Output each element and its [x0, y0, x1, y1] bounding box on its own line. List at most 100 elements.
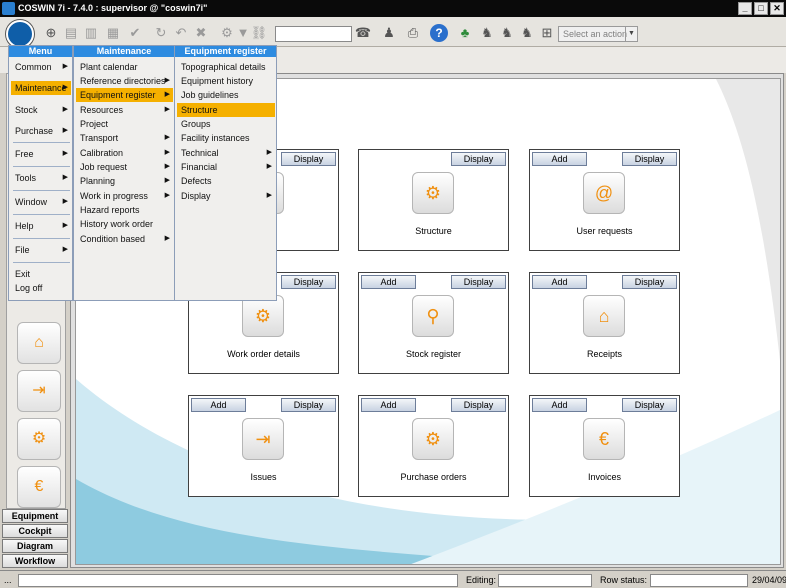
display-button[interactable]: Display	[281, 152, 336, 166]
menu-item-project[interactable]: Project	[76, 117, 173, 131]
menu-item-exit[interactable]: Exit	[11, 267, 71, 281]
menu-item-calibration[interactable]: Calibration ▶	[76, 146, 173, 160]
menu-item-display[interactable]: Display ▶	[177, 189, 275, 203]
menu-item-file[interactable]: File ▶	[11, 243, 71, 257]
menu-item-planning[interactable]: Planning ▶	[76, 174, 173, 188]
main-menu: Menu Common ▶ Maintenance ▶ Stock ▶ Purchas…	[8, 45, 73, 301]
row-status-label: Row status:	[600, 575, 648, 585]
structure-icon[interactable]: ⚙	[412, 172, 454, 214]
chevron-down-icon[interactable]: ▼	[625, 27, 637, 41]
menu-item-log-off[interactable]: Log off	[11, 281, 71, 295]
menu-item-technical[interactable]: Technical ▶	[177, 146, 275, 160]
purchase-orders-icon[interactable]: ⚙	[412, 418, 454, 460]
menu-item-groups[interactable]: Groups	[177, 117, 275, 131]
add-button[interactable]: Add	[532, 152, 587, 166]
menu-item-hazard-reports[interactable]: Hazard reports	[76, 203, 173, 217]
user-icon[interactable]: ♞	[478, 24, 496, 42]
user-request-icon[interactable]: @	[583, 172, 625, 214]
add-button[interactable]: Add	[361, 398, 416, 412]
menu-item-structure[interactable]: Structure	[177, 103, 275, 117]
save-icon[interactable]: ▤	[62, 24, 80, 42]
menu-item-defects[interactable]: Defects	[177, 174, 275, 188]
card-label: Receipts	[586, 349, 622, 359]
display-button[interactable]: Display	[622, 152, 677, 166]
menu-item-maintenance[interactable]: Maintenance ▶	[11, 81, 71, 95]
stock-register-icon[interactable]: ⚲	[412, 295, 454, 337]
equipment-register-menu: Equipment register Topographical details…	[174, 45, 277, 301]
print-preview-icon[interactable]: ▦	[104, 24, 122, 42]
menu-item-facility-instances[interactable]: Facility instances	[177, 131, 275, 145]
display-button[interactable]: Display	[451, 398, 506, 412]
menu-item-equipment-history[interactable]: Equipment history	[177, 74, 275, 88]
menu-item-window[interactable]: Window ▶	[11, 195, 71, 209]
chevron-right-icon: ▶	[164, 91, 170, 98]
menu-item-reference-directories[interactable]: Reference directories ▶	[76, 74, 173, 88]
purchase-orders-shortcut-icon[interactable]: ⚙	[17, 418, 61, 460]
display-button[interactable]: Display	[451, 275, 506, 289]
menu-item-tools[interactable]: Tools ▶	[11, 171, 71, 185]
sidebar-tab-cockpit[interactable]: Cockpit	[2, 524, 68, 538]
phone-icon[interactable]: ☎	[354, 24, 372, 42]
menu-item-help[interactable]: Help ▶	[11, 219, 71, 233]
display-button[interactable]: Display	[281, 275, 336, 289]
menu-item-job-guidelines[interactable]: Job guidelines	[177, 88, 275, 102]
display-button[interactable]: Display	[622, 275, 677, 289]
menu-item-transport[interactable]: Transport ▶	[76, 131, 173, 145]
maximize-button[interactable]: □	[754, 2, 768, 15]
minimize-button[interactable]: _	[738, 2, 752, 15]
display-button[interactable]: Display	[622, 398, 677, 412]
close-button[interactable]: ✕	[770, 2, 784, 15]
receipts-icon[interactable]: ⌂	[583, 295, 625, 337]
user-icon[interactable]: ♞	[498, 24, 516, 42]
app-logo-button[interactable]	[6, 20, 34, 48]
sidebar-tab-diagram[interactable]: Diagram	[2, 539, 68, 553]
display-button[interactable]: Display	[451, 152, 506, 166]
sidebar-tab-equipment-register[interactable]: Equipment re...	[2, 509, 68, 533]
issues-icon[interactable]: ⇥	[242, 418, 284, 460]
save-as-icon[interactable]: ▥	[82, 24, 100, 42]
add-button[interactable]: Add	[532, 398, 587, 412]
delete-icon[interactable]: ✖	[192, 24, 210, 42]
user-settings-icon[interactable]: ♣	[456, 24, 474, 42]
chevron-right-icon: ▶	[164, 235, 170, 242]
menu-item-condition-based[interactable]: Condition based ▶	[76, 232, 173, 246]
menu-item-equipment-register[interactable]: Equipment register ▶	[76, 88, 173, 102]
window-titlebar: COSWIN 7i - 7.4.0 : supervisor @ "coswin…	[0, 0, 786, 17]
menu-item-topographical-details[interactable]: Topographical details	[177, 60, 275, 74]
refresh-icon[interactable]: ↻	[152, 24, 170, 42]
menu-item-history-work-order[interactable]: History work order	[76, 217, 173, 231]
menu-item-stock[interactable]: Stock ▶	[11, 103, 71, 117]
work-order-icon[interactable]: ⚙	[242, 295, 284, 337]
menu-item-purchase[interactable]: Purchase ▶	[11, 124, 71, 138]
user-icon[interactable]: ♞	[518, 24, 536, 42]
action-select[interactable]: Select an action ▼	[558, 26, 638, 42]
invoices-icon[interactable]: €	[583, 418, 625, 460]
menu-item-financial[interactable]: Financial ▶	[177, 160, 275, 174]
user-icon[interactable]: ♟	[380, 24, 398, 42]
menu-item-work-in-progress[interactable]: Work in progress ▶	[76, 189, 173, 203]
undo-icon[interactable]: ↶	[172, 24, 190, 42]
invoices-shortcut-icon[interactable]: €	[17, 466, 61, 508]
menu-item-common[interactable]: Common ▶	[11, 60, 71, 74]
tree-icon[interactable]: ⊞	[538, 24, 556, 42]
receipts-shortcut-icon[interactable]: ⌂	[17, 322, 61, 364]
add-button[interactable]: Add	[361, 275, 416, 289]
sidebar-tab-workflow[interactable]: Workflow	[2, 554, 68, 568]
add-button[interactable]: Add	[191, 398, 246, 412]
menu-item-job-request[interactable]: Job request ▶	[76, 160, 173, 174]
help-icon[interactable]: ?	[430, 24, 448, 42]
display-button[interactable]: Display	[281, 398, 336, 412]
card-label: User requests	[576, 226, 633, 236]
menu-item-plant-calendar[interactable]: Plant calendar	[76, 60, 173, 74]
menu-item-resources[interactable]: Resources ▶	[76, 103, 173, 117]
validate-icon[interactable]: ✔	[126, 24, 144, 42]
card-issues: Add Display ⇥ Issues	[188, 395, 339, 497]
menu-item-free[interactable]: Free ▶	[11, 147, 71, 161]
add-icon[interactable]: ⊕	[42, 24, 60, 42]
card-structure: Display ⚙ Structure	[358, 149, 509, 251]
issues-shortcut-icon[interactable]: ⇥	[17, 370, 61, 412]
link-icon[interactable]: ⛓	[250, 24, 268, 42]
add-button[interactable]: Add	[532, 275, 587, 289]
search-input[interactable]	[275, 26, 352, 42]
print-icon[interactable]: ⎙	[404, 24, 422, 42]
